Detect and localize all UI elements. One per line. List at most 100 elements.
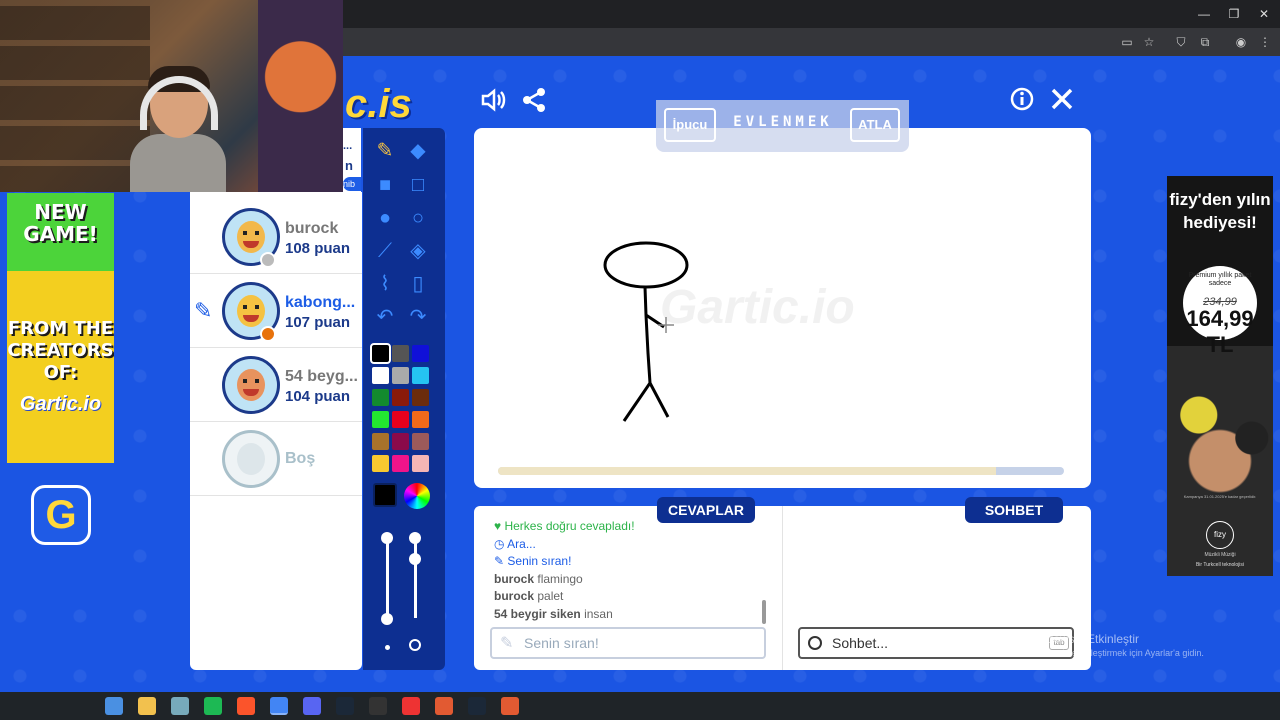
circle-tool-icon[interactable]: ○ [403,203,433,233]
player-name: kabong... [285,294,356,311]
message-user: 54 beygir siken [494,606,581,621]
taskbar-app-icon[interactable] [501,697,519,715]
brush-size-knob[interactable] [381,532,393,544]
taskbar-app-icon[interactable] [270,697,288,715]
color-swatch[interactable] [392,389,409,406]
left-advertisement[interactable]: NEW GAME! FROM THE CREATORS OF: Gartic.i… [7,193,114,575]
color-swatch[interactable] [372,433,389,450]
line-tool-icon[interactable]: ⟋ [370,236,400,266]
color-wheel-icon[interactable] [404,483,430,509]
color-swatch[interactable] [372,367,389,384]
answer-message: ◷ Ara... [494,537,536,551]
game-logo[interactable]: c.is [345,82,412,127]
player-name: burock [285,220,339,237]
taskbar-app-icon[interactable] [204,697,222,715]
opacity-slider[interactable] [414,540,417,618]
player-row[interactable]: 54 beyg... 104 puan [190,348,362,422]
color-swatch[interactable] [392,345,409,362]
ad-headline: fizy'den yılın hediyesi! [1169,190,1271,232]
taskbar-app-icon[interactable] [435,697,453,715]
answer-input[interactable]: ✎ Senin sıran! [490,627,766,659]
ad-promo-text: Premium yıllık paket sadece [1188,272,1252,287]
taskbar-app-icon[interactable] [336,697,354,715]
message-icon: ✎ [494,554,508,568]
player-points: 107 puan [285,314,351,331]
opacity-knob-top[interactable] [409,532,421,544]
filled-circle-tool-icon[interactable]: ● [370,203,400,233]
windows-taskbar [0,692,1280,720]
new-page-tool-icon[interactable]: ▯ [403,269,433,299]
chat-search-icon [808,636,822,650]
color-swatch[interactable] [370,343,391,364]
brush-size-slider[interactable] [386,540,389,618]
answers-tab[interactable]: CEVAPLAR [657,497,755,523]
taskbar-app-icon[interactable] [105,697,123,715]
player-status-dot [260,252,276,268]
answer-input-placeholder: Senin sıran! [524,635,599,651]
opacity-knob[interactable] [409,553,421,565]
taskbar-app-icon[interactable] [303,697,321,715]
close-icon[interactable] [1048,86,1076,118]
sound-icon[interactable] [478,86,508,120]
player-name: 54 beyg... [285,368,358,385]
pencil-tool-icon[interactable]: ✎ [370,136,400,166]
answer-message: burock palet [494,589,563,603]
filled-rectangle-tool-icon[interactable]: ■ [370,170,400,200]
player-row[interactable]: burock 108 puan [190,200,362,274]
redo-tool-icon[interactable]: ↷ [403,302,433,332]
color-swatch[interactable] [392,433,409,450]
share-icon[interactable] [520,86,548,120]
color-swatch[interactable] [412,455,429,472]
player-row[interactable]: Boş [190,422,362,496]
restore-button[interactable]: ❐ [1222,4,1246,24]
eyedropper-tool-icon[interactable]: ⌇ [370,269,400,299]
close-window-button[interactable]: ✕ [1252,4,1276,24]
color-swatch[interactable] [392,411,409,428]
message-icon: ♥ [494,519,505,533]
fill-bucket-tool-icon[interactable]: ◈ [403,236,433,266]
color-swatch[interactable] [392,455,409,472]
menu-kebab-icon[interactable]: ⋮ [1256,33,1274,51]
chat-tab[interactable]: SOHBET [965,497,1063,523]
answers-scrollbar[interactable] [762,600,766,624]
eraser-tool-icon[interactable]: ◆ [403,136,433,166]
players-panel: burock 108 puan ✎ kabong... 107 puan 54 bey… [190,192,362,670]
info-icon[interactable] [1008,86,1036,118]
hint-button[interactable]: İpucu [664,108,716,142]
taskbar-app-icon[interactable] [369,697,387,715]
minimize-button[interactable]: — [1192,4,1216,24]
ad-gartic-logo: Gartic.io [19,393,102,415]
taskbar-app-icon[interactable] [237,697,255,715]
color-swatch[interactable] [372,411,389,428]
message-text: Herkes doğru cevapladı! [504,519,635,533]
extensions-icon[interactable]: ⧉ [1196,33,1214,51]
taskbar-app-icon[interactable] [138,697,156,715]
color-swatch[interactable] [392,367,409,384]
profile-icon[interactable]: ◉ [1232,33,1250,51]
avatar [222,356,280,414]
color-swatch[interactable] [412,367,429,384]
color-swatch[interactable] [412,389,429,406]
color-swatch[interactable] [412,433,429,450]
answer-message: 54 beygir siken insan [494,607,613,621]
color-swatch[interactable] [412,411,429,428]
rectangle-tool-icon[interactable]: □ [403,170,433,200]
skip-button[interactable]: ATLA [850,108,900,142]
undo-tool-icon[interactable]: ↶ [370,302,400,332]
taskbar-app-icon[interactable] [171,697,189,715]
taskbar-app-icon[interactable] [468,697,486,715]
cast-icon[interactable]: ▭ [1118,33,1136,51]
ad-brand-sub: Müzikli Müziği [1204,552,1236,558]
shield-icon[interactable]: ⛉ [1172,33,1190,51]
answer-message: burock flamingo [494,572,583,586]
brush-size-knob-bottom[interactable] [381,613,393,625]
color-swatch[interactable] [412,345,429,362]
color-swatch[interactable] [372,455,389,472]
player-row[interactable]: ✎ kabong... 107 puan [190,274,362,348]
current-color-swatch[interactable] [373,483,397,507]
right-advertisement[interactable]: fizy'den yılın hediyesi! Premium yıllık … [1167,176,1273,576]
color-swatch[interactable] [372,389,389,406]
bookmark-star-icon[interactable]: ☆ [1140,33,1158,51]
ad-brand-logo: fizy [1206,521,1234,549]
taskbar-app-icon[interactable] [402,697,420,715]
